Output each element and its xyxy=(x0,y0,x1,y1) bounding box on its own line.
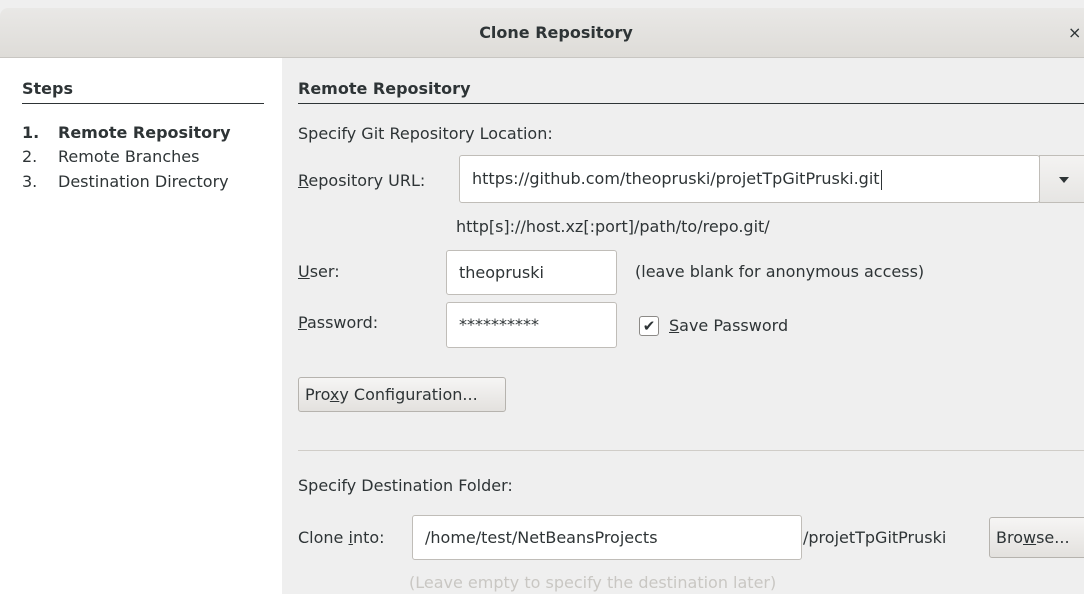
mnemonic-letter: U xyxy=(298,262,310,281)
label-text: se... xyxy=(1036,528,1070,547)
section-divider xyxy=(298,450,1084,451)
label-text: Bro xyxy=(996,528,1023,547)
section-title-remote-repository: Remote Repository xyxy=(298,80,1084,104)
user-anonymous-hint: (leave blank for anonymous access) xyxy=(635,262,925,281)
url-value: https://github.com/theopruski/projetTpGi… xyxy=(472,169,880,188)
label-text: epository URL: xyxy=(308,171,426,190)
steps-heading: Steps xyxy=(22,80,264,104)
step-remote-repository: 1. Remote Repository xyxy=(22,123,231,145)
clone-into-label: Clone into: xyxy=(298,528,385,547)
repository-folder-suffix: /projetTpGitPruski xyxy=(803,528,947,547)
step-destination-directory: 3. Destination Directory xyxy=(22,172,229,194)
repository-url-dropdown-button[interactable] xyxy=(1039,155,1084,203)
browse-button[interactable]: Browse... xyxy=(989,517,1084,558)
step-label: Remote Repository xyxy=(58,123,231,142)
wizard-content-panel: Remote Repository Specify Git Repository… xyxy=(282,58,1084,594)
chevron-down-icon xyxy=(1059,177,1069,183)
label-text: ser: xyxy=(309,262,340,281)
label-text: y Configuration... xyxy=(339,385,478,404)
user-label: User: xyxy=(298,262,340,281)
step-number: 1. xyxy=(22,123,40,142)
label-text: nto: xyxy=(352,528,385,547)
destination-empty-hint: (Leave empty to specify the destination … xyxy=(409,573,777,592)
mnemonic-letter: R xyxy=(298,171,309,190)
close-icon[interactable]: × xyxy=(1068,8,1084,58)
mnemonic-letter: P xyxy=(298,313,307,332)
label-text: assword: xyxy=(306,313,379,332)
step-label: Remote Branches xyxy=(58,147,200,166)
step-remote-branches: 2. Remote Branches xyxy=(22,147,199,169)
repository-url-label: Repository URL: xyxy=(298,171,425,190)
destination-folder-label: Specify Destination Folder: xyxy=(298,476,513,495)
text-cursor xyxy=(880,169,882,190)
window-title: Clone Repository xyxy=(479,23,633,42)
repository-url-format-hint: http[s]://host.xz[:port]/path/to/repo.gi… xyxy=(456,217,770,236)
title-bar[interactable]: Clone Repository × xyxy=(0,8,1084,58)
save-password-label[interactable]: Save Password xyxy=(669,316,788,335)
steps-panel: Steps 1. Remote Repository 2. Remote Branc… xyxy=(0,58,282,594)
step-number: 3. xyxy=(22,172,38,191)
label-text: Clone xyxy=(298,528,349,547)
mnemonic-letter: w xyxy=(1023,528,1037,547)
save-password-checkbox[interactable]: ✔ xyxy=(639,316,659,336)
password-label: Password: xyxy=(298,313,378,332)
repository-url-input[interactable]: https://github.com/theopruski/projetTpGi… xyxy=(459,155,1040,203)
clone-repository-dialog: Clone Repository × Steps 1. Remote Reposi… xyxy=(0,0,1084,594)
step-label: Destination Directory xyxy=(58,172,229,191)
proxy-configuration-button[interactable]: Proxy Configuration... xyxy=(298,377,506,412)
step-number: 2. xyxy=(22,147,38,166)
repository-location-label: Specify Git Repository Location: xyxy=(298,124,553,143)
clone-into-input[interactable]: /home/test/NetBeansProjects xyxy=(412,515,802,560)
mnemonic-letter: x xyxy=(329,385,340,404)
mnemonic-letter: S xyxy=(669,316,680,335)
label-text: ave Password xyxy=(679,316,789,335)
label-text: Pro xyxy=(305,385,330,404)
password-input[interactable]: ********** xyxy=(446,302,617,348)
user-input[interactable]: theopruski xyxy=(446,250,617,295)
checkmark-icon: ✔ xyxy=(642,317,656,335)
